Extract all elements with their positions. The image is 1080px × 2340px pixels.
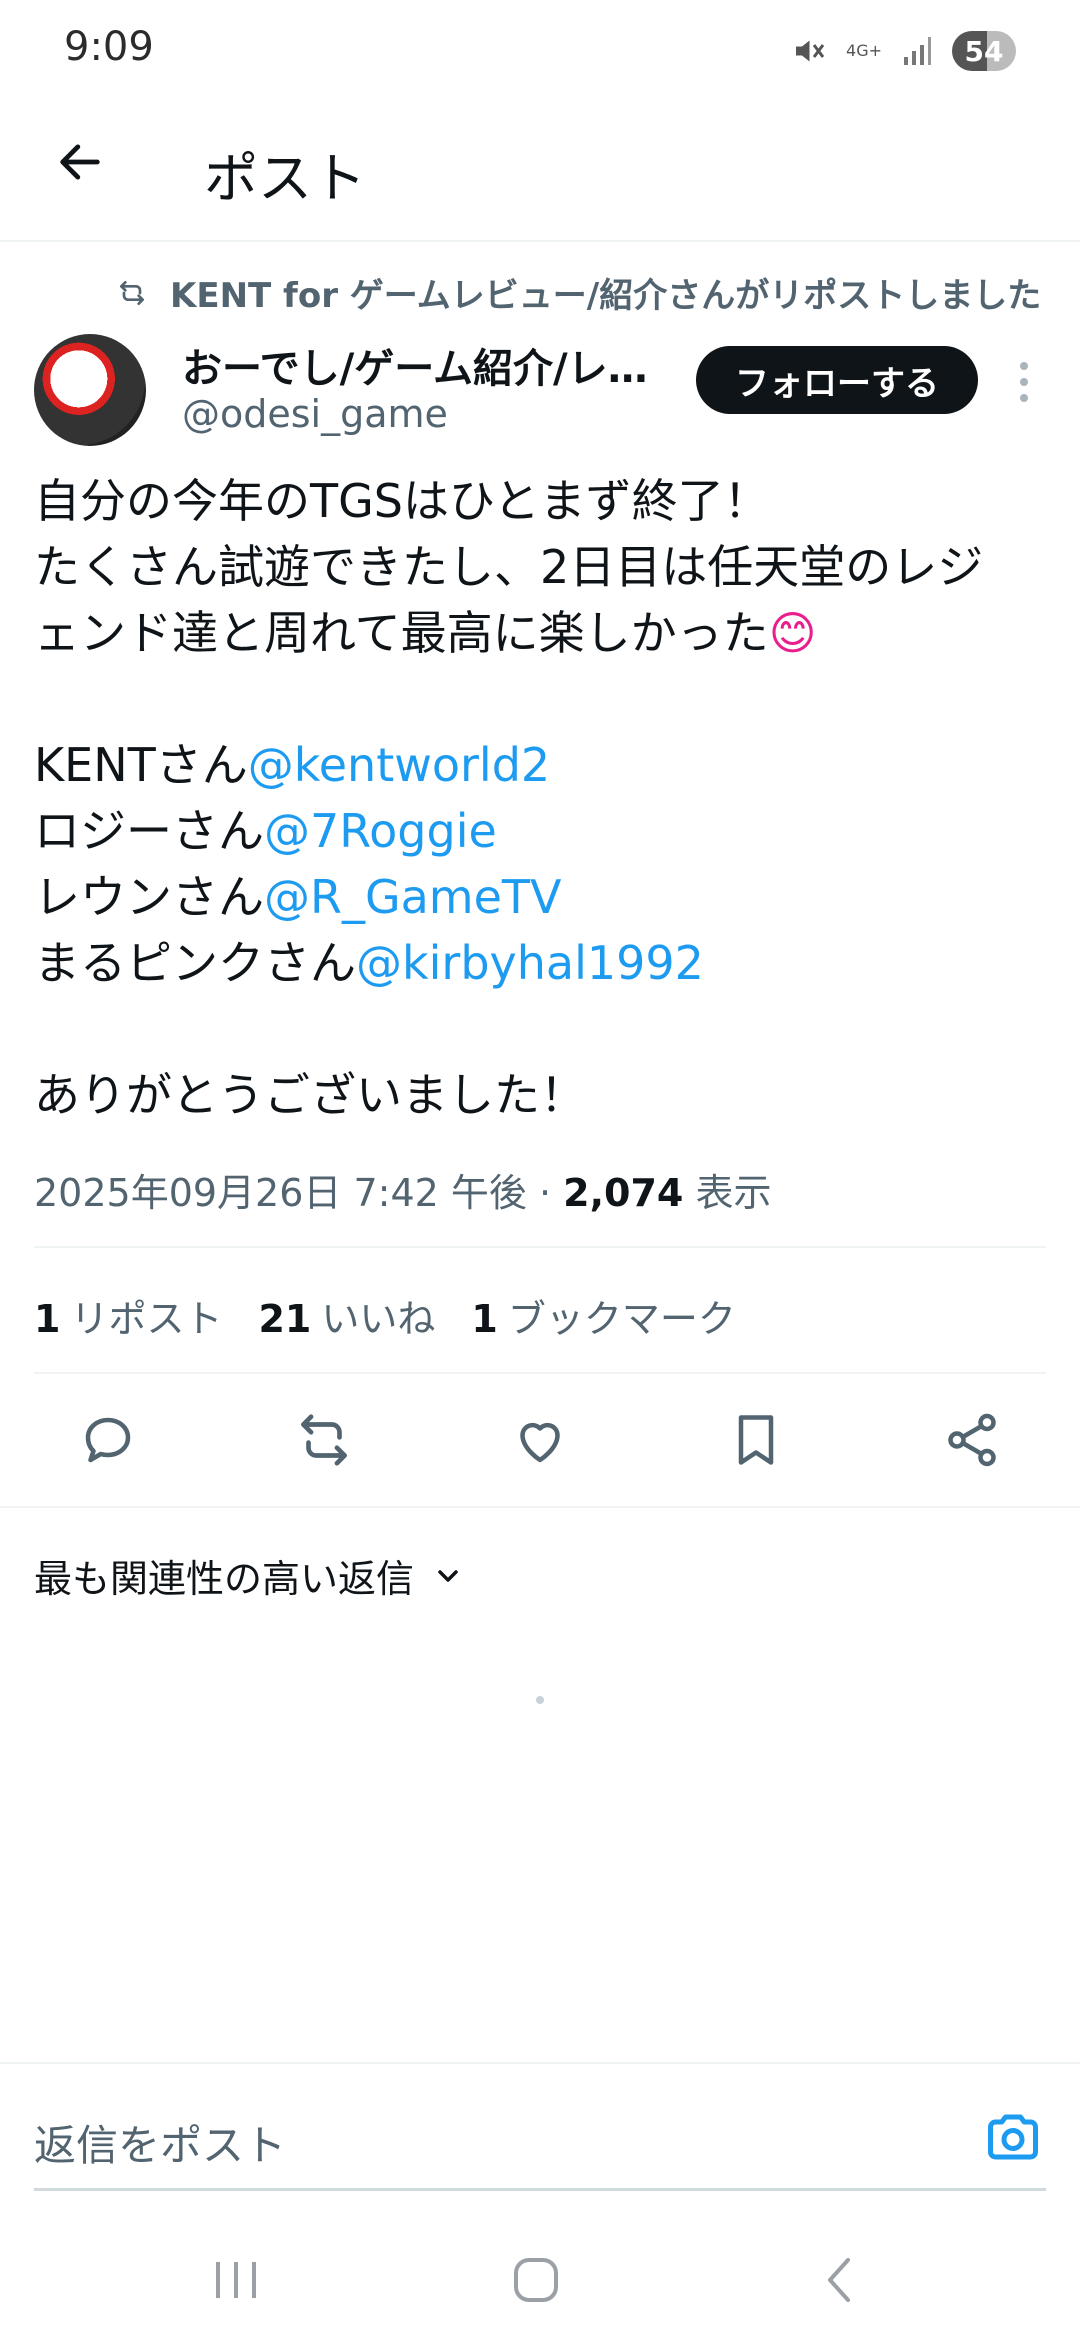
likes-stat[interactable]: 21 いいね xyxy=(258,1288,435,1343)
system-nav-bar xyxy=(0,2220,1080,2340)
system-back-icon xyxy=(828,2258,850,2302)
top-header: ポスト xyxy=(0,100,1080,242)
back-button[interactable] xyxy=(48,130,112,194)
bookmarks-label: ブックマーク xyxy=(507,1297,736,1341)
mention-line: レウンさん@R_GameTV xyxy=(34,864,1044,930)
bookmarks-stat[interactable]: 1 ブックマーク xyxy=(471,1288,735,1343)
reposts-count: 1 xyxy=(34,1297,61,1341)
recents-button[interactable] xyxy=(196,2248,276,2312)
mention-link[interactable]: @kentworld2 xyxy=(248,738,550,792)
signal-icon xyxy=(904,37,931,65)
post-line: たくさん試遊できたし、2日目は任天堂のレジ xyxy=(34,540,984,594)
more-dot-icon xyxy=(1020,394,1028,402)
reply-composer: 返信をポスト xyxy=(0,2062,1080,2192)
status-icons: 4G+ 54 xyxy=(790,26,1016,76)
author-handle[interactable]: @odesi_game xyxy=(182,392,448,436)
mention-prefix: レウンさん xyxy=(34,870,264,924)
post-line: ェンド達と周れて最高に楽しかった😊 xyxy=(34,600,1044,666)
mention-prefix: KENTさん xyxy=(34,738,248,792)
repost-button[interactable] xyxy=(290,1406,358,1474)
reply-button[interactable] xyxy=(74,1406,142,1474)
reply-input[interactable]: 返信をポスト xyxy=(34,2112,286,2173)
bookmarks-count: 1 xyxy=(471,1297,498,1341)
bookmark-button[interactable] xyxy=(722,1406,790,1474)
author-name[interactable]: おーでし/ゲーム紹介/レ… xyxy=(182,336,672,394)
reply-sort-label: 最も関連性の高い返信 xyxy=(34,1557,415,1601)
more-dot-icon xyxy=(1020,378,1028,386)
more-dot-icon xyxy=(1020,362,1028,370)
likes-label: いいね xyxy=(321,1297,436,1341)
share-icon xyxy=(948,1413,996,1467)
action-bar xyxy=(0,1396,1080,1484)
more-options-button[interactable] xyxy=(1006,352,1042,412)
recents-icon xyxy=(216,2262,256,2298)
post-stats: 1 リポスト 21 いいね 1 ブックマーク xyxy=(34,1288,736,1343)
mention-prefix: まるピンクさん xyxy=(34,936,356,990)
mention-line: ロジーさん@7Roggie xyxy=(34,798,1044,864)
status-time: 9:09 xyxy=(64,24,154,70)
loading-indicator xyxy=(536,1696,544,1704)
mention-link[interactable]: @R_GameTV xyxy=(264,870,561,924)
reply-sort-dropdown[interactable]: 最も関連性の高い返信 xyxy=(34,1548,464,1603)
views-label: 表示 xyxy=(695,1171,772,1215)
divider xyxy=(34,1372,1046,1374)
page-title: ポスト xyxy=(204,147,366,210)
reposts-stat[interactable]: 1 リポスト xyxy=(34,1288,222,1343)
home-button[interactable] xyxy=(496,2248,576,2312)
mention-line: まるピンクさん@kirbyhal1992 xyxy=(34,930,1044,996)
repost-indicator[interactable]: KENT for ゲームレビュー/紹介さんがリポストしました xyxy=(116,268,1041,317)
chevron-down-icon xyxy=(438,1569,458,1582)
repost-icon xyxy=(301,1414,347,1466)
mention-prefix: ロジーさん xyxy=(34,804,264,858)
follow-button[interactable]: フォローする xyxy=(696,346,978,414)
back-arrow-icon xyxy=(60,144,100,180)
divider xyxy=(0,1506,1080,1508)
mention-link[interactable]: @kirbyhal1992 xyxy=(356,936,704,990)
system-back-button[interactable] xyxy=(800,2248,880,2312)
mute-icon xyxy=(796,40,825,62)
views-count: 2,074 xyxy=(563,1171,684,1215)
avatar[interactable] xyxy=(34,334,146,446)
repost-label: KENT for ゲームレビュー/紹介さんがリポストしました xyxy=(170,276,1042,316)
mention-line: KENTさん@kentworld2 xyxy=(34,732,1044,798)
reposts-label: リポスト xyxy=(70,1297,223,1341)
reply-icon xyxy=(85,1417,131,1463)
reply-input-underline xyxy=(34,2188,1046,2191)
like-button[interactable] xyxy=(506,1406,574,1474)
post-line-text: ェンド達と周れて最高に楽しかった xyxy=(34,606,769,660)
status-bar: 9:09 4G+ 54 xyxy=(0,0,1080,100)
smile-emoji: 😊 xyxy=(768,606,817,660)
camera-icon xyxy=(988,2114,1038,2160)
post-meta: 2025年09月26日 7:42 午後 · 2,074 表示 xyxy=(34,1162,771,1217)
heart-icon xyxy=(520,1422,560,1463)
home-icon xyxy=(514,2258,558,2302)
mention-link[interactable]: @7Roggie xyxy=(264,804,497,858)
likes-count: 21 xyxy=(258,1297,312,1341)
meta-separator: · xyxy=(526,1171,564,1215)
battery-indicator: 54 xyxy=(952,31,1016,71)
divider xyxy=(34,1246,1046,1248)
post-line: 自分の今年のTGSはひとまず終了！ xyxy=(34,474,770,528)
network-label: 4G+ xyxy=(846,41,882,60)
post-timestamp[interactable]: 2025年09月26日 7:42 午後 xyxy=(34,1171,527,1215)
share-button[interactable] xyxy=(938,1406,1006,1474)
camera-button[interactable] xyxy=(982,2106,1044,2168)
repost-small-icon xyxy=(120,280,144,305)
post-line: ありがとうございました！ xyxy=(34,1068,586,1122)
bookmark-icon xyxy=(738,1415,774,1465)
post-body: 自分の今年のTGSはひとまず終了！ たくさん試遊できたし、2日目は任天堂のレジ … xyxy=(34,468,1044,1128)
